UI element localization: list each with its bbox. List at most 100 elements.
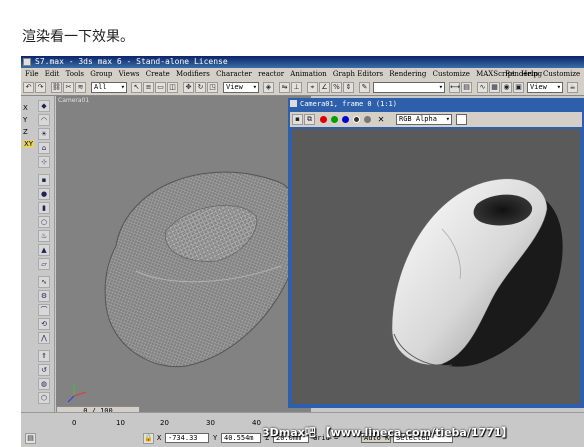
channel-display-dropdown[interactable]: RGB Alpha [396,114,452,125]
schematic-view-icon[interactable]: ▦ [489,82,500,93]
clone-frame-icon[interactable]: ⧉ [304,114,315,125]
menu-character[interactable]: Character [216,68,252,80]
link-icon[interactable]: ⛓ [51,82,62,93]
x-coordinate-label: X [157,434,162,442]
menu-customize[interactable]: Customize [433,68,470,80]
edit-mesh-icon[interactable]: ⬡ [38,392,50,404]
axis-xy-constraint[interactable]: XY [23,140,35,148]
create-cameras-icon[interactable]: ⌂ [38,142,50,154]
lock-selection-icon[interactable]: 🔒 [143,433,154,444]
select-by-name-icon[interactable]: ≡ [143,82,154,93]
redo-icon[interactable]: ↷ [35,82,46,93]
create-shapes-icon[interactable]: ◠ [38,114,50,126]
snap-icon[interactable]: ⌖ [307,82,318,93]
monochrome-icon[interactable] [364,116,371,123]
window-crossing-icon[interactable]: ◫ [167,82,178,93]
plane-primitive-icon[interactable]: ▱ [38,258,50,270]
y-coordinate-field[interactable]: 40.554m [221,433,261,443]
torus-primitive-icon[interactable]: ○ [38,216,50,228]
mirror-icon[interactable]: ⇋ [279,82,290,93]
reference-coordinate-dropdown[interactable]: View [223,82,259,93]
align-icon[interactable]: ⊥ [291,82,302,93]
select-object-icon[interactable]: ↖ [131,82,142,93]
helpers-icon[interactable]: ⊹ [38,156,50,168]
blue-channel-icon[interactable] [342,116,349,123]
title-bar: S7.max - 3ds max 6 - Stand-alone License [21,56,584,68]
cylinder-primitive-icon[interactable]: ▮ [38,202,50,214]
max-listener-icon[interactable]: ▤ [25,433,36,444]
axis-tripod-icon [67,384,87,403]
menu-reactor[interactable]: reactor [258,68,284,80]
menu-graph-editors[interactable]: Graph Editors [333,68,383,80]
window-title: S7.max - 3ds max 6 - Stand-alone License [35,57,228,66]
alpha-channel-icon[interactable] [353,116,360,123]
bend-modifier-icon[interactable]: ⌒ [38,304,50,316]
red-channel-icon[interactable] [320,116,327,123]
create-geometry-icon[interactable]: ◆ [38,100,50,112]
menu-group[interactable]: Group [90,68,112,80]
undo-icon[interactable]: ↶ [23,82,34,93]
quick-render-icon[interactable]: ☕ [567,82,578,93]
layer-manager-icon[interactable]: ▤ [461,82,472,93]
selection-filter-dropdown[interactable]: All [91,82,127,93]
axis-x-constraint[interactable]: X [23,104,28,112]
save-bitmap-icon[interactable]: ▪ [292,114,303,125]
menu-rendering[interactable]: Rendering [389,68,426,80]
region-select-icon[interactable]: ▭ [155,82,166,93]
menu-animation[interactable]: Animation [290,68,326,80]
menu-views[interactable]: Views [119,68,140,80]
tick-label: 40 [252,419,261,427]
axis-z-constraint[interactable]: Z [23,128,28,136]
wireframe-mouse-model [67,171,302,403]
tick-label: 0 [72,419,77,427]
x-coordinate-field[interactable]: -734.33 [165,433,209,443]
extrude-modifier-icon[interactable]: ⇑ [38,350,50,362]
meshsmooth-modifier-icon[interactable]: ◍ [38,378,50,390]
cone-primitive-icon[interactable]: ▲ [38,244,50,256]
lathe-modifier-icon[interactable]: ↺ [38,364,50,376]
menu-customize-right[interactable]: Customize [543,68,580,80]
create-lights-icon[interactable]: ☀ [38,128,50,140]
box-primitive-icon[interactable]: ▪ [38,174,50,186]
percent-snap-icon[interactable]: % [331,82,342,93]
taper-modifier-icon[interactable]: ⋀ [38,332,50,344]
camera-viewport-wireframe[interactable]: Camera01 [56,96,311,412]
material-editor-icon[interactable]: ◉ [501,82,512,93]
axis-y-constraint[interactable]: Y [23,116,27,124]
sphere-primitive-icon[interactable]: ● [38,188,50,200]
green-channel-icon[interactable] [331,116,338,123]
render-scene-icon[interactable]: ▣ [513,82,524,93]
rendered-mouse-model [391,178,563,367]
unlink-icon[interactable]: ✂ [63,82,74,93]
nurbs-curve-icon[interactable]: ∿ [38,276,50,288]
teapot-primitive-icon[interactable]: ♨ [38,230,50,242]
menu-edit[interactable]: Edit [45,68,60,80]
spinner-snap-icon[interactable]: ⇕ [343,82,354,93]
named-selection-sets-dropdown[interactable] [373,82,445,93]
named-selection-icon[interactable]: ✎ [359,82,370,93]
render-type-dropdown[interactable]: View [527,82,563,93]
menu-modifiers[interactable]: Modifiers [176,68,210,80]
viewport-label[interactable]: Camera01 [58,97,89,104]
color-swatch[interactable] [456,114,467,125]
bind-space-warp-icon[interactable]: ≋ [75,82,86,93]
rendered-frame-title: Camera01, frame 0 (1:1) [300,100,397,108]
rotate-icon[interactable]: ↻ [195,82,206,93]
modifier-icon[interactable]: ⚙ [38,290,50,302]
scale-icon[interactable]: ◳ [207,82,218,93]
app-icon [23,58,31,66]
clear-icon[interactable]: ✕ [378,114,384,125]
mirror-tool-icon[interactable]: ⟷ [449,82,460,93]
curve-editor-icon[interactable]: ∿ [477,82,488,93]
menu-create[interactable]: Create [146,68,170,80]
menu-rendering-right[interactable]: Rendering [505,68,542,80]
tick-label: 10 [116,419,125,427]
twist-modifier-icon[interactable]: ⟲ [38,318,50,330]
pivot-icon[interactable]: ◈ [263,82,274,93]
move-icon[interactable]: ✥ [183,82,194,93]
menu-tools[interactable]: Tools [66,68,84,80]
menu-file[interactable]: File [25,68,38,80]
watermark: 3Dmax吧 【www.lineca.com/tieba/1771】 [262,426,513,439]
tick-label: 20 [160,419,169,427]
angle-snap-icon[interactable]: ∠ [319,82,330,93]
